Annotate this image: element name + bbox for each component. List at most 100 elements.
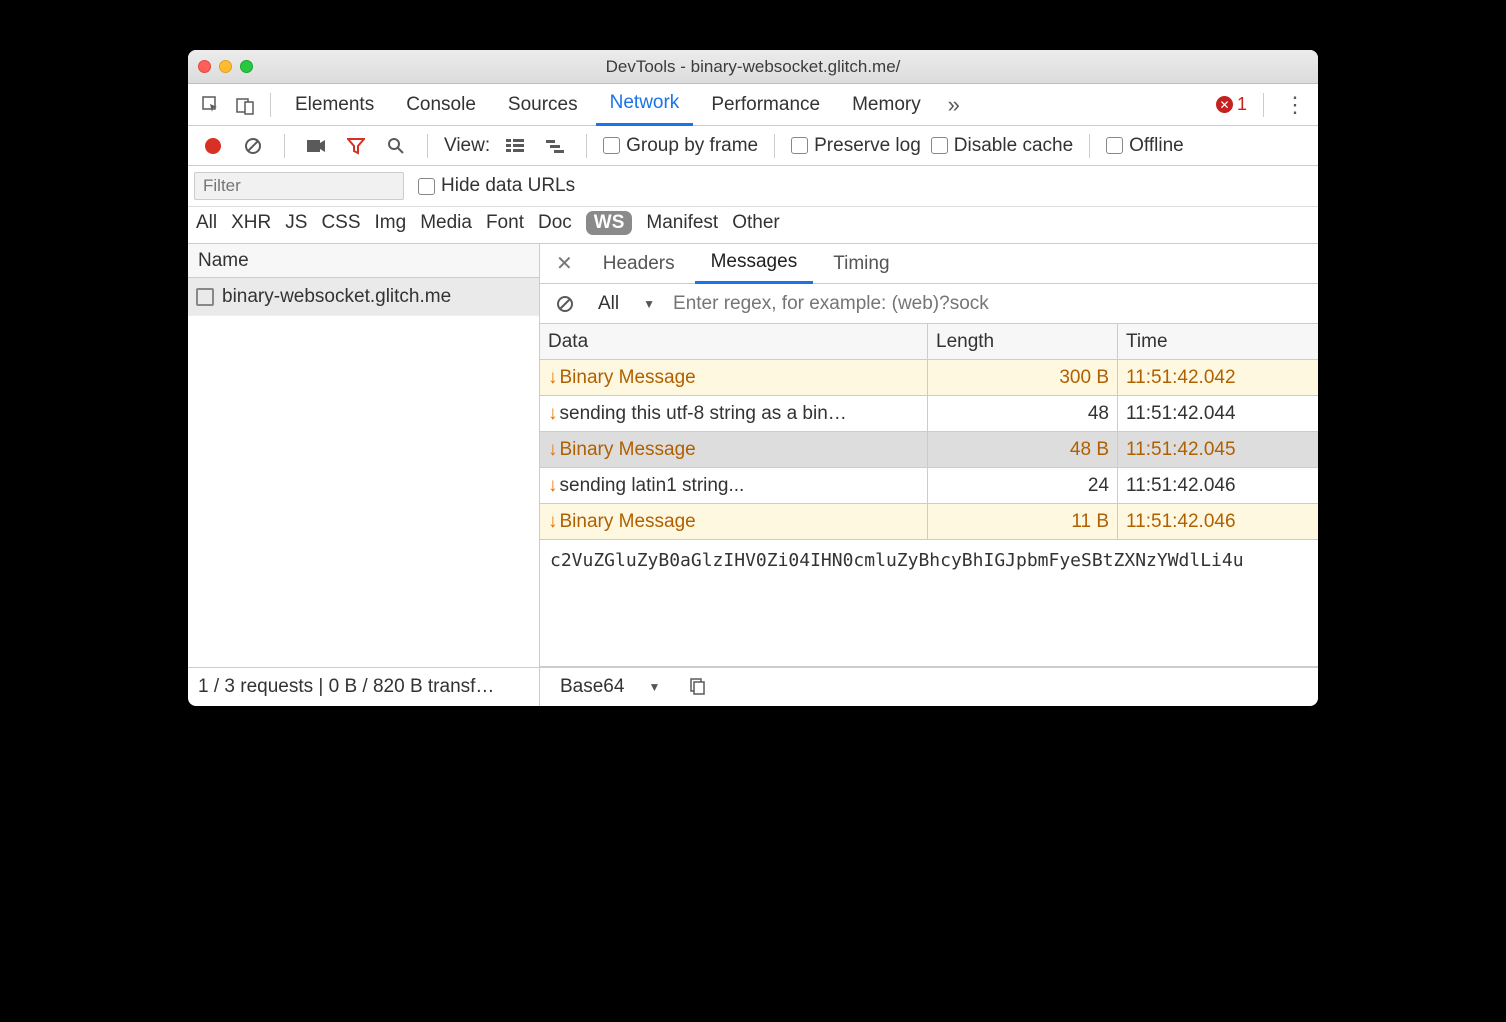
tab-elements[interactable]: Elements (281, 84, 388, 126)
network-toolbar: View: Group by frame Preserve log Disabl… (188, 126, 1318, 166)
clear-icon[interactable] (238, 131, 268, 161)
divider (586, 134, 587, 158)
msg-time: 11:51:42.042 (1118, 360, 1318, 395)
offline-checkbox[interactable]: Offline (1106, 135, 1184, 157)
message-row[interactable]: ↓Binary Message48 B11:51:42.045 (540, 432, 1318, 468)
error-count-badge[interactable]: ✕ 1 (1216, 94, 1247, 115)
msg-data: ↓Binary Message (540, 504, 928, 539)
divider (270, 93, 271, 117)
type-doc[interactable]: Doc (538, 212, 572, 234)
divider (774, 134, 775, 158)
websocket-icon (196, 288, 214, 306)
msg-data: ↓Binary Message (540, 432, 928, 467)
col-data[interactable]: Data (540, 324, 928, 359)
tab-messages[interactable]: Messages (695, 244, 814, 284)
close-window-button[interactable] (198, 60, 211, 73)
tab-timing[interactable]: Timing (817, 244, 905, 284)
device-toolbar-icon[interactable] (230, 90, 260, 120)
view-label: View: (444, 135, 490, 157)
type-ws[interactable]: WS (586, 211, 633, 235)
divider (427, 134, 428, 158)
type-manifest[interactable]: Manifest (646, 212, 718, 234)
hide-data-urls-checkbox[interactable]: Hide data URLs (418, 175, 575, 197)
divider (1089, 134, 1090, 158)
type-media[interactable]: Media (420, 212, 472, 234)
detail-tabs: ✕ Headers Messages Timing (540, 244, 1318, 284)
preserve-log-checkbox[interactable]: Preserve log (791, 135, 921, 157)
type-all[interactable]: All (196, 212, 217, 234)
col-length[interactable]: Length (928, 324, 1118, 359)
copy-icon[interactable] (682, 672, 712, 702)
preserve-log-label: Preserve log (814, 135, 921, 157)
col-time[interactable]: Time (1118, 324, 1318, 359)
type-css[interactable]: CSS (321, 212, 360, 234)
main-tabbar: Elements Console Sources Network Perform… (188, 84, 1318, 126)
tab-headers[interactable]: Headers (587, 244, 691, 284)
group-by-frame-checkbox[interactable]: Group by frame (603, 135, 758, 157)
search-icon[interactable] (381, 131, 411, 161)
message-row[interactable]: ↓sending this utf-8 string as a bin…4811… (540, 396, 1318, 432)
type-filter-bar: All XHR JS CSS Img Media Font Doc WS Man… (188, 207, 1318, 244)
close-detail-icon[interactable]: ✕ (546, 251, 583, 276)
arrow-down-icon: ↓ (548, 439, 558, 461)
titlebar: DevTools - binary-websocket.glitch.me/ (188, 50, 1318, 84)
detail-pane: ✕ Headers Messages Timing All ▼ Data Len… (540, 244, 1318, 667)
messages-header-row: Data Length Time (540, 324, 1318, 360)
encoding-dropdown[interactable]: Base64 ▼ (552, 674, 668, 700)
window-controls (198, 60, 253, 73)
kebab-menu-icon[interactable]: ⋮ (1280, 90, 1310, 120)
message-payload[interactable]: c2VuZGluZyB0aGlzIHV0Zi04IHN0cmluZyBhcyBh… (540, 540, 1318, 667)
tab-performance[interactable]: Performance (697, 84, 834, 126)
regex-input[interactable] (673, 290, 1308, 318)
footer: 1 / 3 requests | 0 B / 820 B transf… Bas… (188, 668, 1318, 706)
type-xhr[interactable]: XHR (231, 212, 271, 234)
tab-network[interactable]: Network (596, 84, 694, 126)
zoom-window-button[interactable] (240, 60, 253, 73)
filter-icon[interactable] (341, 131, 371, 161)
request-list: Name binary-websocket.glitch.me (188, 244, 540, 667)
msg-length: 24 (928, 468, 1118, 503)
group-by-frame-label: Group by frame (626, 135, 758, 157)
content-body: Name binary-websocket.glitch.me ✕ Header… (188, 244, 1318, 668)
msg-time: 11:51:42.045 (1118, 432, 1318, 467)
message-row[interactable]: ↓sending latin1 string...2411:51:42.046 (540, 468, 1318, 504)
tab-sources[interactable]: Sources (494, 84, 592, 126)
msg-length: 300 B (928, 360, 1118, 395)
window-title: DevTools - binary-websocket.glitch.me/ (188, 57, 1318, 77)
type-js[interactable]: JS (285, 212, 307, 234)
error-count: 1 (1237, 94, 1247, 115)
filter-bar: Hide data URLs (188, 166, 1318, 207)
msg-data: ↓sending this utf-8 string as a bin… (540, 396, 928, 431)
type-font[interactable]: Font (486, 212, 524, 234)
message-type-dropdown[interactable]: All ▼ (590, 291, 663, 317)
request-row[interactable]: binary-websocket.glitch.me (188, 278, 539, 316)
arrow-down-icon: ↓ (548, 403, 558, 425)
hide-data-urls-label: Hide data URLs (441, 175, 575, 197)
tab-console[interactable]: Console (392, 84, 490, 126)
msg-length: 11 B (928, 504, 1118, 539)
waterfall-icon[interactable] (540, 131, 570, 161)
requests-header-name[interactable]: Name (188, 244, 539, 278)
status-bar: 1 / 3 requests | 0 B / 820 B transf… (188, 668, 540, 706)
record-button[interactable] (198, 131, 228, 161)
type-img[interactable]: Img (375, 212, 407, 234)
tab-memory[interactable]: Memory (838, 84, 935, 126)
camera-icon[interactable] (301, 131, 331, 161)
clear-messages-icon[interactable] (550, 289, 580, 319)
request-name: binary-websocket.glitch.me (222, 286, 451, 308)
inspect-element-icon[interactable] (196, 90, 226, 120)
type-other[interactable]: Other (732, 212, 780, 234)
message-row[interactable]: ↓Binary Message11 B11:51:42.046 (540, 504, 1318, 540)
msg-length: 48 (928, 396, 1118, 431)
encoding-bar: Base64 ▼ (540, 668, 1318, 706)
dropdown-value: All (598, 293, 619, 315)
filter-input[interactable] (194, 172, 404, 200)
more-tabs-icon[interactable]: » (939, 90, 969, 120)
arrow-down-icon: ↓ (548, 367, 558, 389)
large-rows-icon[interactable] (500, 131, 530, 161)
disable-cache-checkbox[interactable]: Disable cache (931, 135, 1073, 157)
message-row[interactable]: ↓Binary Message300 B11:51:42.042 (540, 360, 1318, 396)
minimize-window-button[interactable] (219, 60, 232, 73)
msg-data: ↓sending latin1 string... (540, 468, 928, 503)
devtools-window: DevTools - binary-websocket.glitch.me/ E… (188, 50, 1318, 706)
